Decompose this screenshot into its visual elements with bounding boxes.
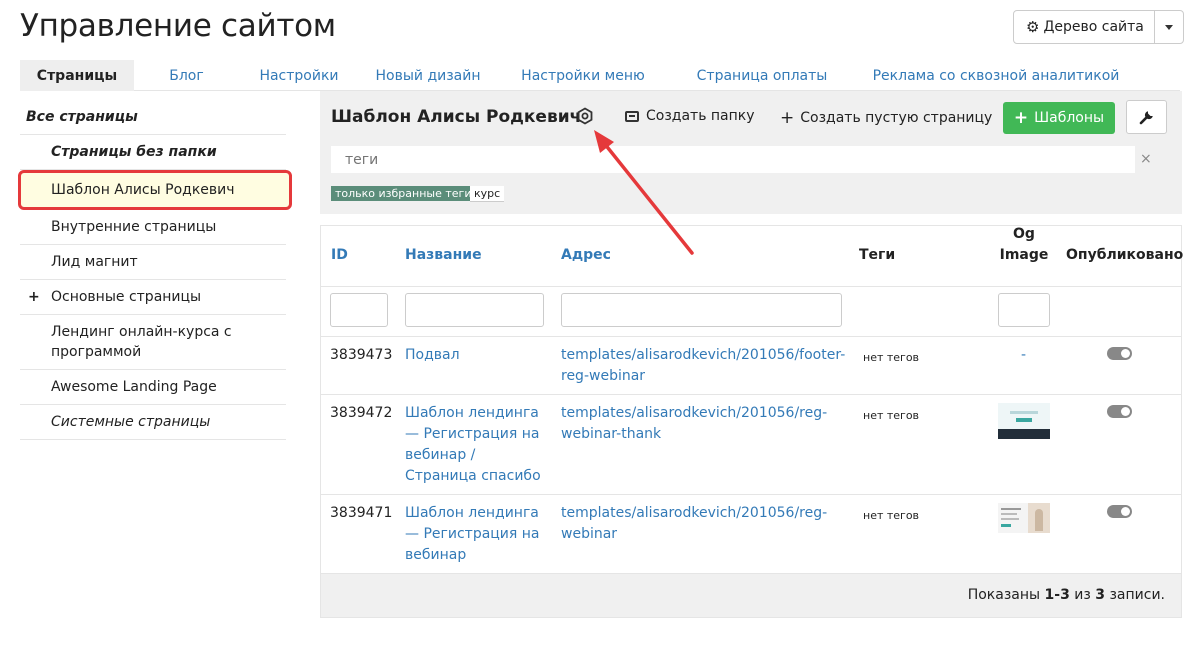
expand-plus-icon[interactable]: + <box>28 287 40 307</box>
close-icon[interactable]: × <box>1140 151 1152 167</box>
tab-pages[interactable]: Страницы <box>20 60 134 91</box>
plus-icon: + <box>780 108 795 128</box>
name-filter-input[interactable] <box>405 293 544 327</box>
sidebar-item-label: Основные страницы <box>51 289 202 305</box>
row-address-link[interactable]: templates/alisarodkevich/201056/reg-webi… <box>561 503 831 545</box>
tab-payment-page[interactable]: Страница оплаты <box>669 60 855 91</box>
summary-total: 3 <box>1095 587 1106 603</box>
tab-menu-settings[interactable]: Настройки меню <box>497 60 669 91</box>
column-name[interactable]: Название <box>405 247 482 263</box>
row-id: 3839471 <box>330 505 393 521</box>
og-image-thumbnail[interactable] <box>998 503 1050 533</box>
chevron-down-icon <box>1164 24 1173 30</box>
sidebar-item-awesome-landing[interactable]: Awesome Landing Page <box>20 370 286 405</box>
page-title: Управление сайтом <box>20 8 336 44</box>
row-name-link[interactable]: Шаблон лендинга — Регистрация на вебинар <box>405 503 550 566</box>
summary-suffix: записи. <box>1109 587 1165 603</box>
column-address[interactable]: Адрес <box>561 247 611 263</box>
create-page-label: Создать пустую страницу <box>800 110 993 126</box>
tab-settings[interactable]: Настройки <box>239 60 359 91</box>
create-folder-label: Создать папку <box>646 108 755 124</box>
wrench-icon <box>1139 111 1153 125</box>
address-filter-input[interactable] <box>561 293 842 327</box>
site-tree-button[interactable]: ⚙ Дерево сайта <box>1014 11 1155 43</box>
site-tree-dropdown-toggle[interactable] <box>1155 11 1183 43</box>
sidebar-item-inner-pages[interactable]: Внутренние страницы <box>20 210 286 245</box>
folder-title: Шаблон Алисы Родкевич <box>331 107 582 127</box>
sidebar-item-main-pages[interactable]: + Основные страницы <box>20 280 286 315</box>
row-address-link[interactable]: templates/alisarodkevich/201056/reg-webi… <box>561 403 831 445</box>
column-tags: Теги <box>859 247 896 263</box>
table-row: 3839471 Шаблон лендинга — Регистрация на… <box>321 494 1181 573</box>
column-published: Опубликовано <box>1066 247 1184 263</box>
summary-prefix: Показаны <box>967 587 1041 603</box>
sidebar-item-system-pages[interactable]: Системные страницы <box>20 405 286 440</box>
gear-icon: ⚙ <box>1026 18 1040 36</box>
folder-header-panel: Шаблон Алисы Родкевич Создать папку + Со… <box>320 91 1182 214</box>
publish-toggle[interactable] <box>1107 505 1132 518</box>
create-folder-button[interactable]: Создать папку <box>625 108 755 124</box>
site-tree-label: Дерево сайта <box>1043 19 1144 35</box>
table-footer: Показаны 1-3 из 3 записи. <box>321 573 1181 617</box>
table-row: 3839472 Шаблон лендинга — Регистрация на… <box>321 394 1181 494</box>
main-tabs: Страницы Блог Настройки Новый дизайн Нас… <box>20 60 1180 91</box>
plus-icon: + <box>1013 108 1029 128</box>
row-tags: нет тегов <box>863 509 920 522</box>
summary-range: 1-3 <box>1044 587 1070 603</box>
row-name-link[interactable]: Шаблон лендинга — Регистрация на вебинар… <box>405 403 550 487</box>
templates-button[interactable]: + Шаблоны <box>1003 102 1115 134</box>
main-content: Шаблон Алисы Родкевич Создать папку + Со… <box>320 91 1183 618</box>
favorite-tags-filter[interactable]: только избранные теги <box>331 186 476 201</box>
wrench-button[interactable] <box>1126 100 1167 134</box>
publish-toggle[interactable] <box>1107 347 1132 360</box>
create-empty-page-button[interactable]: + Создать пустую страницу <box>780 108 992 128</box>
row-id: 3839473 <box>330 347 393 363</box>
row-tags: нет тегов <box>863 409 920 422</box>
tags-filter-input[interactable] <box>331 146 1135 173</box>
site-tree-button-group[interactable]: ⚙ Дерево сайта <box>1013 10 1184 44</box>
publish-toggle[interactable] <box>1107 405 1132 418</box>
column-og-line2: Image <box>999 247 1049 263</box>
og-image-thumbnail[interactable] <box>998 403 1050 439</box>
column-og-line1: Og <box>1013 226 1035 242</box>
sidebar-item-lead-magnet[interactable]: Лид магнит <box>20 245 286 280</box>
sidebar-item-no-folder[interactable]: Страницы без папки <box>20 135 286 170</box>
folder-icon <box>625 110 639 122</box>
og-filter-input[interactable] <box>998 293 1050 327</box>
summary-mid: из <box>1074 587 1091 603</box>
sidebar-item-course-landing[interactable]: Лендинг онлайн-курса с программой <box>20 315 286 370</box>
row-tags: нет тегов <box>863 351 920 364</box>
folder-settings-icon[interactable] <box>576 107 594 129</box>
row-address-link[interactable]: templates/alisarodkevich/201056/footer-r… <box>561 345 851 387</box>
table-header: ID Название Адрес Теги Og Image Опублико… <box>321 226 1184 286</box>
table-row: 3839473 Подвал templates/alisarodkevich/… <box>321 336 1181 394</box>
sidebar-item-all-pages[interactable]: Все страницы <box>20 100 286 135</box>
sidebar-item-alisa-template[interactable]: Шаблон Алисы Родкевич <box>18 170 292 210</box>
records-summary: Показаны 1-3 из 3 записи. <box>968 587 1165 603</box>
templates-label: Шаблоны <box>1034 110 1105 126</box>
settings-hexagon-icon <box>577 107 593 125</box>
column-id[interactable]: ID <box>331 247 348 263</box>
tab-blog[interactable]: Блог <box>134 60 239 91</box>
row-id: 3839472 <box>330 405 393 421</box>
tag-kurs[interactable]: курс <box>470 186 505 202</box>
row-name-link[interactable]: Подвал <box>405 345 545 366</box>
pages-table: ID Название Адрес Теги Og Image Опублико… <box>320 225 1184 618</box>
folder-sidebar: Все страницы Страницы без папки Шаблон А… <box>18 100 292 440</box>
filter-row <box>321 286 1181 336</box>
row-og-empty: - <box>1021 347 1027 363</box>
tab-ads-analytics[interactable]: Реклама со сквозной аналитикой <box>855 60 1137 91</box>
id-filter-input[interactable] <box>330 293 388 327</box>
tab-new-design[interactable]: Новый дизайн <box>359 60 497 91</box>
